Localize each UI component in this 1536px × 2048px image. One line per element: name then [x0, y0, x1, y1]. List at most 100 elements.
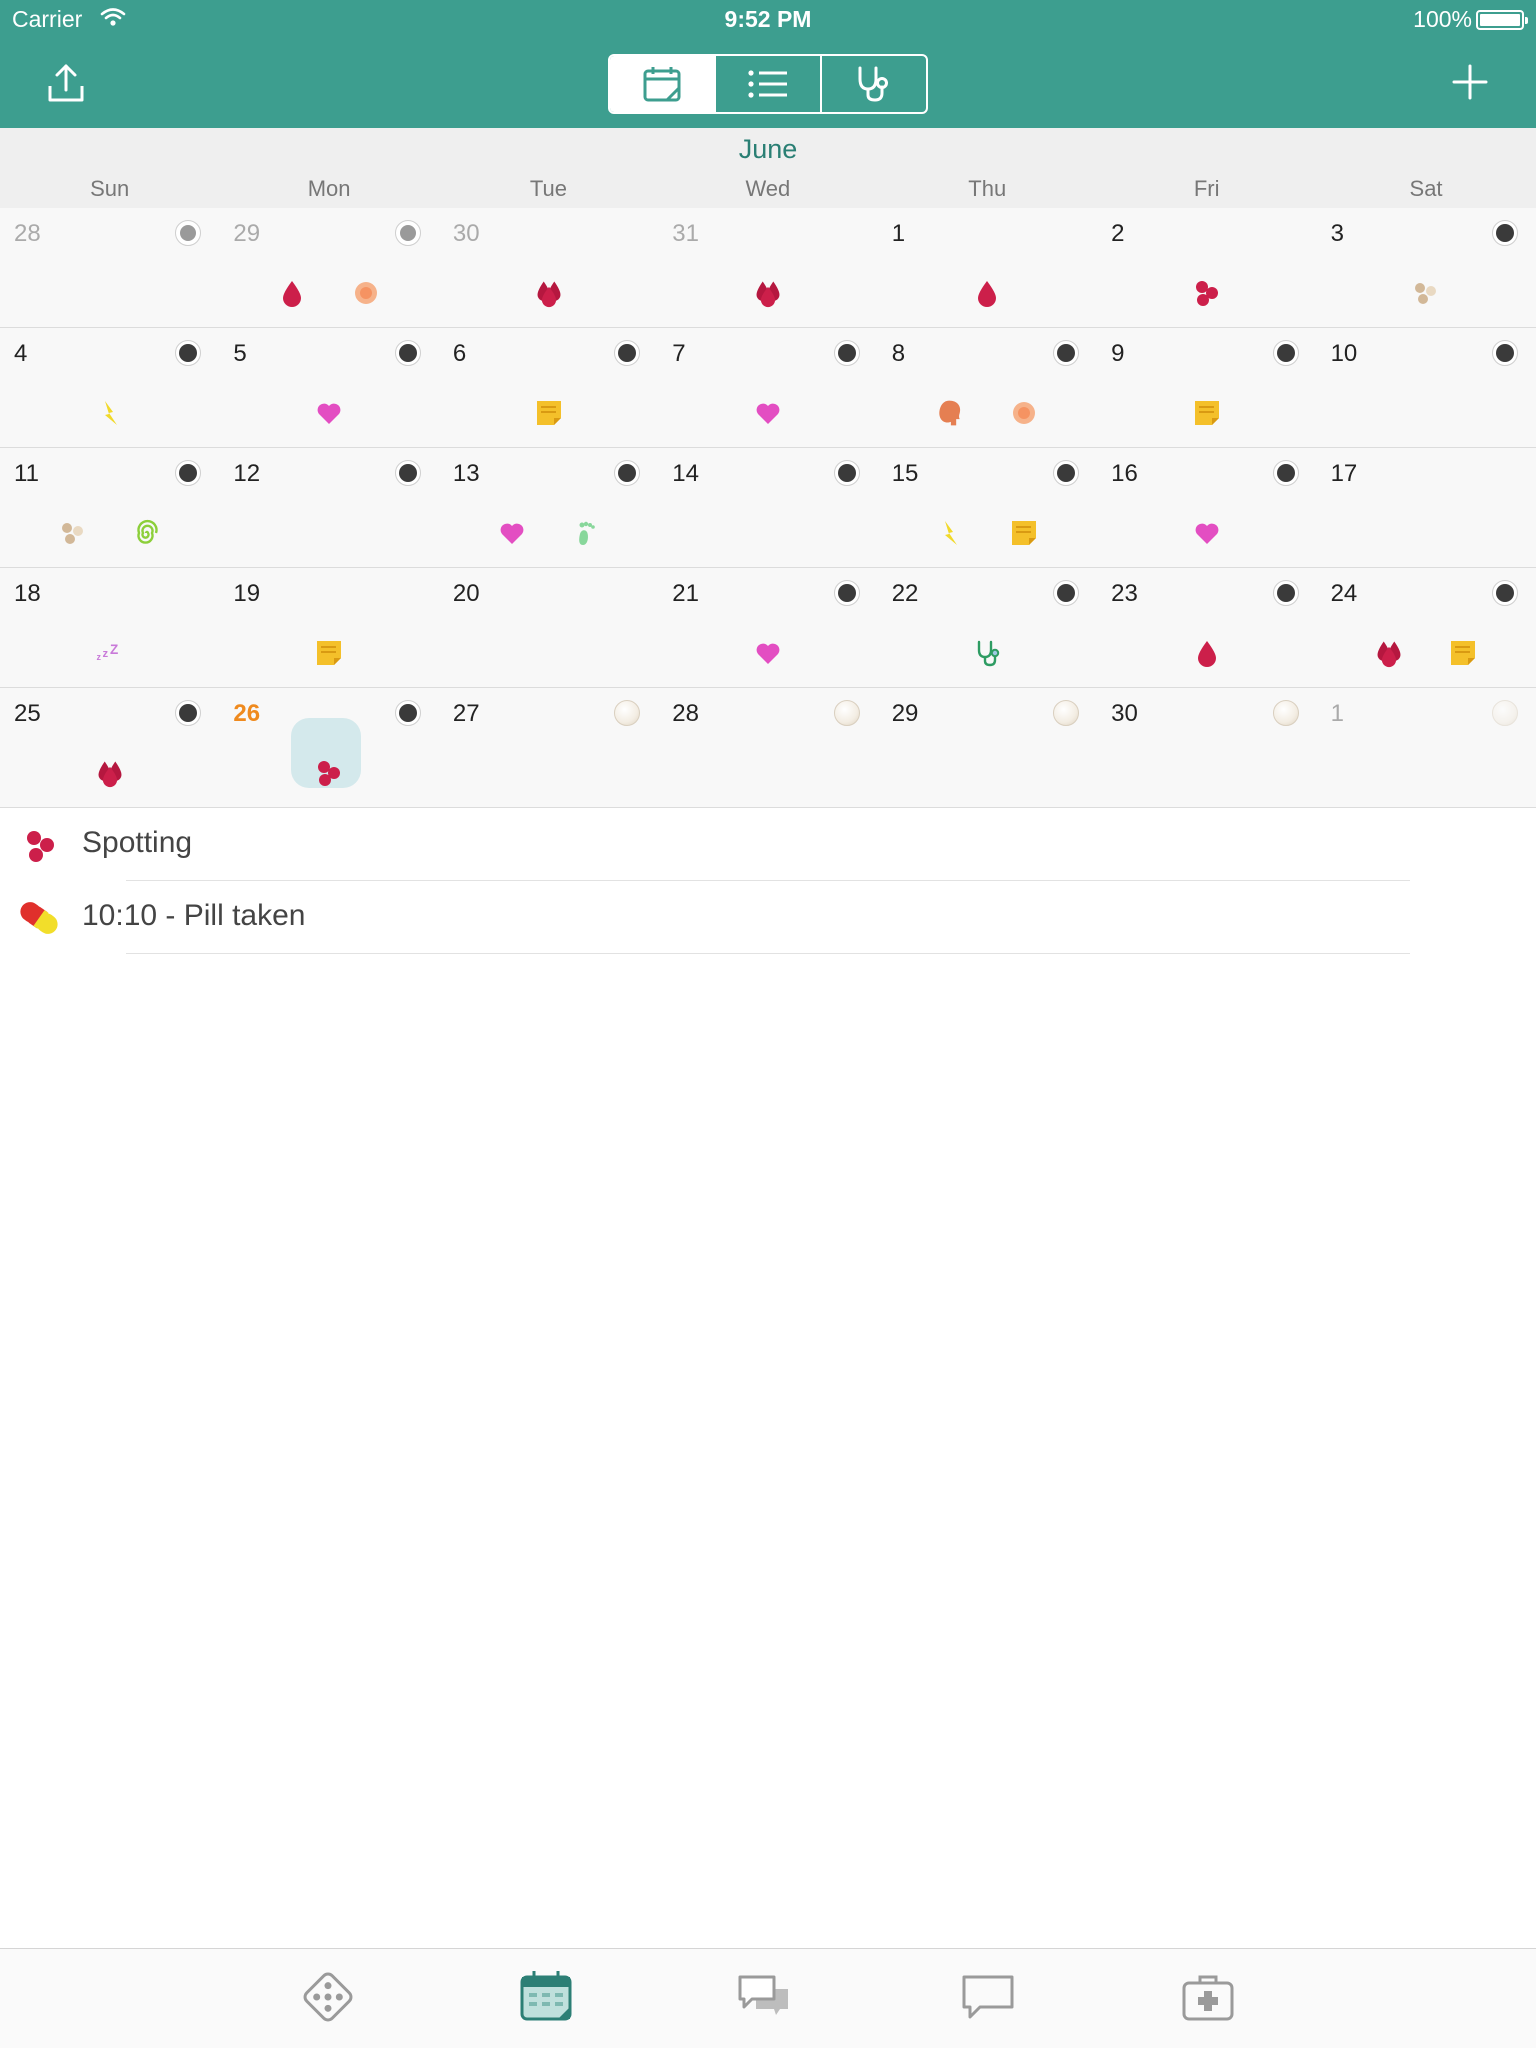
calendar-day-cell[interactable]: 12 [219, 448, 438, 568]
calendar-day-cell[interactable]: 9 [1097, 328, 1316, 448]
calendar-day-cell[interactable]: 5 [219, 328, 438, 448]
placebo-pill-icon [614, 700, 641, 726]
peach-dot-icon [1009, 398, 1039, 428]
day-number: 5 [233, 340, 247, 367]
spiral-icon [132, 518, 162, 548]
calendar-week-row: 11 12 13 14 15 16 17 [0, 448, 1536, 568]
placebo-pill-icon [1053, 700, 1080, 726]
day-number: 1 [1330, 700, 1344, 727]
calendar-day-cell[interactable]: 2 [1097, 208, 1316, 328]
calendar-day-cell[interactable]: 29 [219, 208, 438, 328]
calendar-day-cell[interactable]: 29 [878, 688, 1097, 808]
calendar-day-cell[interactable]: 24 [1317, 568, 1536, 688]
placebo-pill-icon [1491, 700, 1518, 726]
calendar-tab-icon[interactable] [516, 1967, 576, 2027]
calendar-day-cell[interactable]: 22 [878, 568, 1097, 688]
calendar-day-cell[interactable]: 14 [658, 448, 877, 568]
day-number: 10 [1330, 340, 1358, 367]
calendar-day-cell[interactable]: 28 [0, 208, 219, 328]
active-pill-icon [1491, 220, 1518, 246]
day-number: 8 [891, 340, 906, 367]
heart-icon [753, 638, 783, 668]
active-pill-icon [175, 700, 202, 726]
first-aid-icon[interactable] [1178, 1967, 1238, 2027]
foot-icon [571, 518, 601, 548]
detail-row-spotting[interactable]: Spotting [0, 808, 1536, 881]
calendar-day-cell[interactable]: 17 [1317, 448, 1536, 568]
day-number: 30 [452, 220, 480, 247]
active-pill-icon [394, 220, 421, 246]
day-number: 23 [1111, 580, 1138, 607]
calendar-day-cell[interactable]: 23 [1097, 568, 1316, 688]
day-number: 1 [891, 220, 906, 247]
calendar-day-cell[interactable]: 15 [878, 448, 1097, 568]
message-icon[interactable] [958, 1967, 1018, 2027]
active-pill-icon [1053, 340, 1080, 366]
share-button[interactable] [44, 62, 88, 106]
day-number: 4 [14, 340, 28, 367]
list-icon [748, 70, 787, 98]
list-view-tab[interactable] [716, 56, 822, 112]
calendar-grid: 28 29 30 31 1 2 3 4 5 6 7 8 9 10 11 12 13 14 15 16 17 18 z z Z 19… [0, 208, 1536, 808]
calendar-day-cell[interactable]: 1 [1317, 688, 1536, 808]
day-number: 15 [891, 460, 919, 487]
doctor-view-tab[interactable] [822, 56, 926, 112]
calendar-day-cell[interactable]: 10 [1317, 328, 1536, 448]
calendar-day-cell[interactable]: 25 [0, 688, 219, 808]
calendar-view-tab[interactable] [610, 56, 716, 112]
day-number: 24 [1330, 580, 1358, 607]
day-number: 29 [233, 220, 261, 247]
calendar-day-cell[interactable]: 16 [1097, 448, 1316, 568]
day-number: 28 [14, 220, 41, 247]
chat-bubbles-icon[interactable] [736, 1967, 796, 2027]
day-number: 18 [14, 580, 41, 607]
sleep-icon: zzZ [95, 638, 125, 668]
calendar-day-cell[interactable]: 6 [439, 328, 658, 448]
stethoscope-small-icon [972, 638, 1002, 668]
day-number: 17 [1330, 460, 1358, 487]
detail-row-pill[interactable]: 10:10 - Pill taken [0, 881, 1536, 954]
calendar-day-cell[interactable]: 7 [658, 328, 877, 448]
calendar-day-cell[interactable]: 19 [219, 568, 438, 688]
calendar-day-cell[interactable]: 28 [658, 688, 877, 808]
calendar-day-cell[interactable]: 1 [878, 208, 1097, 328]
navigation-bar: Carrier 9:52 PM 100% [0, 0, 1536, 128]
blood-drop-icon [277, 278, 307, 308]
note-icon [534, 398, 564, 428]
calendar-day-cell[interactable]: 30 [439, 208, 658, 328]
calendar-day-cell[interactable]: 27 [439, 688, 658, 808]
calendar-day-cell[interactable]: 18 z z Z [0, 568, 219, 688]
day-number: 13 [452, 460, 480, 487]
lightning-icon [935, 518, 965, 548]
calendar-day-cell[interactable]: 8 [878, 328, 1097, 448]
calendar-day-cell[interactable]: 26 [219, 688, 438, 808]
day-number: 11 [14, 460, 39, 487]
day-number: 12 [233, 460, 261, 487]
svg-text:z: z [96, 652, 101, 662]
weekday-label: Sun [90, 176, 130, 201]
calendar-day-cell[interactable]: 31 [658, 208, 877, 328]
calendar-week-row: 25 26 27 28 29 30 1 [0, 688, 1536, 808]
active-pill-icon [175, 460, 202, 486]
heavy-blood-icon [753, 278, 783, 308]
heavy-blood-icon [1374, 638, 1404, 668]
calendar-day-cell[interactable]: 11 [0, 448, 219, 568]
active-pill-icon [1491, 340, 1518, 366]
calendar-day-cell[interactable]: 30 [1097, 688, 1316, 808]
weekday-label: Thu [968, 176, 1007, 201]
calendar-header: June Sun Mon Tue Wed Thu Fri Sat [0, 128, 1536, 208]
detail-text: 10:10 - Pill taken [82, 899, 306, 932]
weekday-label: Sat [1409, 176, 1443, 201]
calendar-day-cell[interactable]: 20 [439, 568, 658, 688]
note-icon [1192, 398, 1222, 428]
weekday-label: Mon [307, 176, 351, 201]
calendar-day-cell[interactable]: 21 [658, 568, 877, 688]
calendar-day-cell[interactable]: 3 [1317, 208, 1536, 328]
calendar-day-cell[interactable]: 13 [439, 448, 658, 568]
calendar-day-cell[interactable]: 4 [0, 328, 219, 448]
pill-pack-icon[interactable] [298, 1967, 358, 2027]
calendar-icon [643, 67, 681, 102]
active-pill-icon [1053, 460, 1080, 486]
add-button[interactable] [1450, 62, 1490, 102]
day-number: 29 [891, 700, 919, 727]
